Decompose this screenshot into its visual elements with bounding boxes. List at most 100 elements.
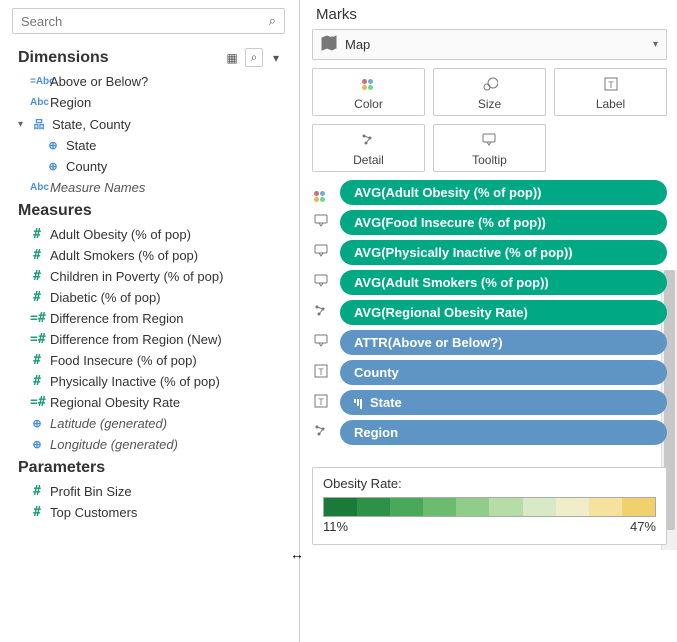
field-pill[interactable]: AVG(Regional Obesity Rate) xyxy=(340,300,667,325)
hierarchy-icon: 品 xyxy=(32,116,46,132)
field-item[interactable]: #Diabetic (% of pop) xyxy=(16,287,299,308)
search-input[interactable] xyxy=(21,14,269,29)
number-icon: # xyxy=(30,290,44,305)
field-item[interactable]: #Adult Smokers (% of pop) xyxy=(16,245,299,266)
legend-gradient xyxy=(323,497,656,517)
pill-row: AVG(Adult Smokers (% of pop)) xyxy=(312,270,667,295)
parameters-list: #Profit Bin Size # Top Customers xyxy=(10,481,299,523)
field-item[interactable]: AbcMeasure Names xyxy=(16,177,299,198)
field-label: Above or Below? xyxy=(50,74,148,89)
calc-text-icon: =Abc xyxy=(30,76,44,87)
field-label: County xyxy=(66,159,107,174)
dimensions-tools: ▦ ⌕ ▾ xyxy=(223,48,285,67)
field-item[interactable]: #Physically Inactive (% of pop) xyxy=(16,371,299,392)
number-icon: # xyxy=(30,374,44,389)
measures-title: Measures xyxy=(18,202,92,220)
field-item[interactable]: ▾ 品 State, County xyxy=(16,113,299,135)
color-icon[interactable] xyxy=(312,184,330,202)
chevron-down-icon: ▾ xyxy=(653,39,658,50)
field-item[interactable]: =#Difference from Region (New) xyxy=(16,329,299,350)
tooltip-icon[interactable] xyxy=(312,273,330,292)
size-shelf[interactable]: Size xyxy=(433,68,546,116)
color-icon xyxy=(362,75,376,93)
field-label: Food Insecure (% of pop) xyxy=(50,353,197,368)
field-item[interactable]: # Top Customers xyxy=(16,502,299,523)
label-icon[interactable]: T xyxy=(312,363,330,382)
field-item[interactable]: ⊕Latitude (generated) xyxy=(16,413,299,434)
detail-shelf[interactable]: Detail xyxy=(312,124,425,172)
field-item[interactable]: =#Difference from Region xyxy=(16,308,299,329)
number-icon: # xyxy=(30,505,44,520)
tooltip-icon[interactable] xyxy=(312,333,330,352)
field-label: Top Customers xyxy=(50,505,137,520)
tooltip-shelf[interactable]: Tooltip xyxy=(433,124,546,172)
field-pill[interactable]: AVG(Physically Inactive (% of pop)) xyxy=(340,240,667,265)
calc-number-icon: =# xyxy=(30,332,44,347)
legend-title: Obesity Rate: xyxy=(323,476,656,491)
field-label: Longitude (generated) xyxy=(50,437,178,452)
tooltip-icon[interactable] xyxy=(312,243,330,262)
measures-list: #Adult Obesity (% of pop)#Adult Smokers … xyxy=(10,224,299,455)
globe-icon: ⊕ xyxy=(46,139,60,152)
menu-arrow-icon[interactable]: ▾ xyxy=(267,51,285,65)
calc-number-icon: =# xyxy=(30,311,44,326)
tooltip-icon[interactable] xyxy=(312,213,330,232)
pill-row: ATTR(Above or Below?) xyxy=(312,330,667,355)
field-pill[interactable]: Region xyxy=(340,420,667,445)
measures-header: Measures xyxy=(10,198,299,224)
field-pill[interactable]: AVG(Adult Obesity (% of pop)) xyxy=(340,180,667,205)
field-pill[interactable]: ATTR(Above or Below?) xyxy=(340,330,667,355)
pills-container: AVG(Adult Obesity (% of pop)) AVG(Food In… xyxy=(312,180,667,445)
field-item[interactable]: #Adult Obesity (% of pop) xyxy=(16,224,299,245)
field-item[interactable]: =# Regional Obesity Rate xyxy=(16,392,299,413)
field-item[interactable]: ⊕ County xyxy=(16,156,299,177)
label-icon: T xyxy=(603,75,619,93)
globe-icon: ⊕ xyxy=(46,160,60,173)
field-item[interactable]: ⊕State xyxy=(16,135,299,156)
field-label: Regional Obesity Rate xyxy=(50,395,180,410)
pill-row: AVG(Food Insecure (% of pop)) xyxy=(312,210,667,235)
pill-row: AVG(Adult Obesity (% of pop)) xyxy=(312,180,667,205)
field-pill[interactable]: AVG(Food Insecure (% of pop)) xyxy=(340,210,667,235)
field-item[interactable]: #Children in Poverty (% of pop) xyxy=(16,266,299,287)
detail-icon[interactable] xyxy=(312,303,330,322)
parameters-title: Parameters xyxy=(18,459,105,477)
marks-title: Marks xyxy=(312,6,667,23)
field-item[interactable]: =Abc Above or Below? xyxy=(16,71,299,92)
field-pill[interactable]: AVG(Adult Smokers (% of pop)) xyxy=(340,270,667,295)
number-icon: # xyxy=(30,269,44,284)
pill-row: T State xyxy=(312,390,667,415)
field-item[interactable]: #Profit Bin Size xyxy=(16,481,299,502)
number-icon: # xyxy=(30,227,44,242)
field-item[interactable]: ⊕Longitude (generated) xyxy=(16,434,299,455)
view-as-table-icon[interactable]: ▦ xyxy=(223,51,241,65)
detail-icon[interactable] xyxy=(312,423,330,442)
color-shelf[interactable]: Color xyxy=(312,68,425,116)
marks-card: Marks Map ▾ Color Size T Label Detail xyxy=(300,0,677,642)
pill-row: AVG(Regional Obesity Rate) xyxy=(312,300,667,325)
text-icon: Abc xyxy=(30,97,44,108)
mark-type-dropdown[interactable]: Map ▾ xyxy=(312,29,667,60)
field-label: State, County xyxy=(52,117,131,132)
pill-row: T County xyxy=(312,360,667,385)
search-box[interactable]: ⌕ xyxy=(12,8,285,34)
field-pill[interactable]: State xyxy=(340,390,667,415)
globe-icon: ⊕ xyxy=(30,417,44,430)
caret-icon[interactable]: ▾ xyxy=(18,119,26,130)
size-icon xyxy=(482,75,498,93)
color-legend[interactable]: Obesity Rate: 11% 47% xyxy=(312,467,667,545)
field-label: Adult Smokers (% of pop) xyxy=(50,248,198,263)
tooltip-icon xyxy=(481,131,497,149)
field-item[interactable]: AbcRegion xyxy=(16,92,299,113)
label-icon[interactable]: T xyxy=(312,393,330,412)
mark-type-label: Map xyxy=(345,37,370,52)
label-shelf[interactable]: T Label xyxy=(554,68,667,116)
shelf-row-2: Detail Tooltip xyxy=(312,124,667,172)
dimensions-header: Dimensions ▦ ⌕ ▾ xyxy=(10,44,299,71)
shelf-row-1: Color Size T Label xyxy=(312,68,667,116)
detail-icon xyxy=(360,131,376,149)
calc-number-icon: =# xyxy=(30,395,44,410)
field-item[interactable]: #Food Insecure (% of pop) xyxy=(16,350,299,371)
field-pill[interactable]: County xyxy=(340,360,667,385)
find-field-icon[interactable]: ⌕ xyxy=(245,48,263,67)
